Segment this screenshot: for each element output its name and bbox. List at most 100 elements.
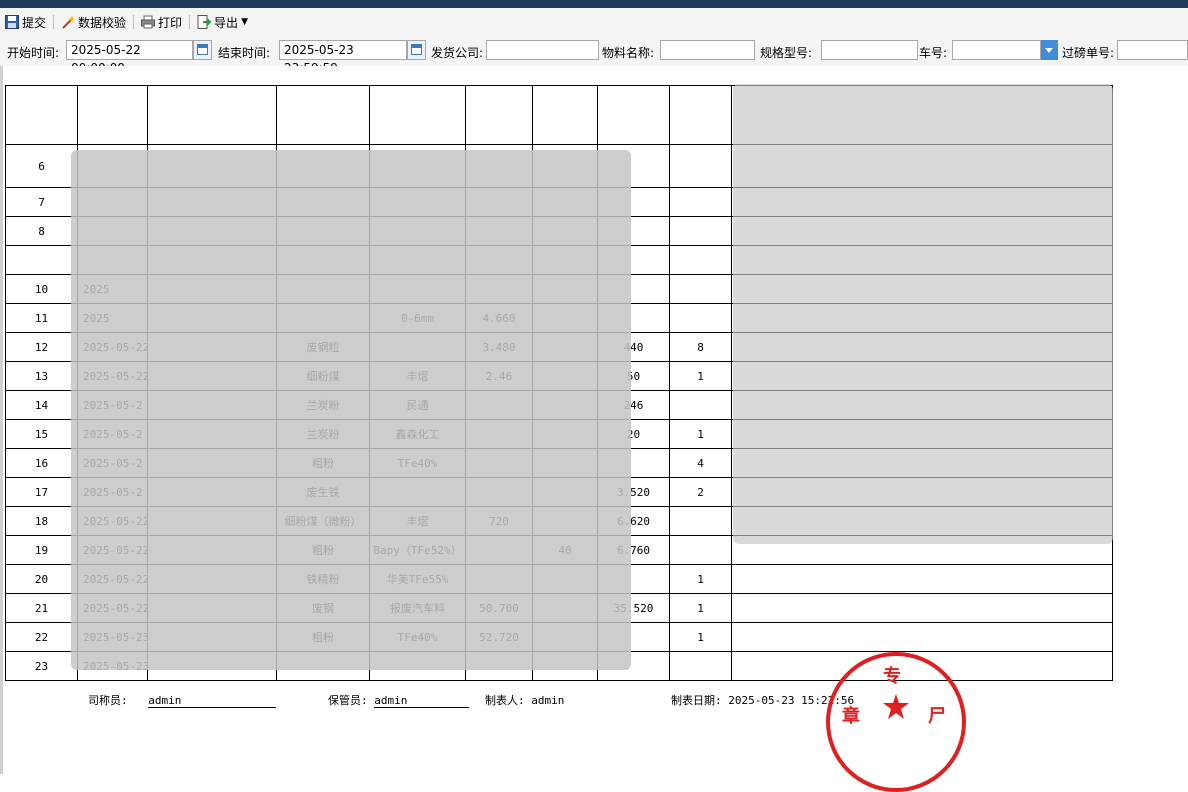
truck-number-dropdown-button[interactable] bbox=[1041, 40, 1058, 60]
material-name-label: 物料名称: bbox=[602, 46, 655, 60]
calendar-icon bbox=[411, 44, 422, 55]
report-date-label: 制表日期: bbox=[671, 694, 722, 707]
cell-material bbox=[276, 85, 370, 145]
cell-remark bbox=[731, 622, 1113, 652]
cell-count: 4 bbox=[669, 448, 732, 478]
cell-no: 16 bbox=[5, 448, 78, 478]
spec-model-label: 规格型号: bbox=[760, 46, 813, 60]
weigher-label: 司称员: bbox=[88, 694, 128, 707]
cell-count bbox=[669, 303, 732, 333]
maker-value: admin bbox=[531, 694, 565, 707]
truck-number-select[interactable] bbox=[952, 40, 1041, 60]
cell-count: 1 bbox=[669, 622, 732, 652]
end-time-input[interactable]: 2025-05-23 23:59:59 bbox=[279, 40, 407, 75]
wand-icon bbox=[61, 15, 76, 29]
keeper-label: 保管员: bbox=[328, 694, 368, 707]
cell-count bbox=[669, 187, 732, 217]
toolbar-divider bbox=[53, 15, 55, 29]
start-time-input[interactable]: 2025-05-22 00:00:00 bbox=[66, 40, 193, 75]
cell-gross bbox=[465, 85, 533, 145]
cell-count bbox=[669, 506, 732, 536]
cell-no: 22 bbox=[5, 622, 78, 652]
cell-count: 8 bbox=[669, 332, 732, 362]
cell-no bbox=[5, 245, 78, 275]
seal-text-right: 尸 bbox=[928, 706, 946, 727]
company-seal: 专 章 尸 bbox=[826, 652, 966, 792]
toolbar-divider bbox=[189, 15, 191, 29]
keeper-value: admin bbox=[374, 694, 470, 708]
export-label: 导出 bbox=[214, 15, 239, 30]
cell-no: 20 bbox=[5, 564, 78, 594]
cell-remark bbox=[731, 593, 1113, 623]
validate-button[interactable]: 数据校验 bbox=[58, 11, 129, 33]
redaction-blur bbox=[71, 150, 631, 670]
printer-icon bbox=[141, 15, 156, 29]
cell-no: 17 bbox=[5, 477, 78, 507]
cell-count: 1 bbox=[669, 564, 732, 594]
cell-no: 7 bbox=[5, 187, 78, 217]
seal-text-left: 章 bbox=[842, 706, 860, 727]
end-time-label: 结束时间: bbox=[218, 46, 271, 60]
star-icon bbox=[883, 694, 909, 719]
cell-count bbox=[669, 144, 732, 188]
spec-model-input[interactable] bbox=[821, 40, 918, 60]
cell-no: 11 bbox=[5, 303, 78, 333]
cell-no: 10 bbox=[5, 274, 78, 304]
cell-no bbox=[5, 85, 78, 145]
cell-count bbox=[669, 245, 732, 275]
cell-no: 6 bbox=[5, 144, 78, 188]
export-icon bbox=[197, 15, 212, 29]
cell-count: 1 bbox=[669, 361, 732, 391]
start-date-picker-button[interactable] bbox=[193, 40, 212, 60]
calendar-icon bbox=[197, 44, 208, 55]
cell-tare bbox=[532, 85, 598, 145]
toolbar-divider bbox=[133, 15, 135, 29]
toolbar: 提交 数据校验 打印 导出 ▼ bbox=[0, 8, 1188, 36]
ticket-number-label: 过磅单号: bbox=[1062, 46, 1115, 60]
cell-count: 1 bbox=[669, 593, 732, 623]
cell-no: 21 bbox=[5, 593, 78, 623]
cell-count bbox=[669, 216, 732, 246]
cell-count bbox=[669, 651, 732, 681]
seal-text-top: 专 bbox=[883, 666, 901, 687]
cell-no: 13 bbox=[5, 361, 78, 391]
submit-button[interactable]: 提交 bbox=[2, 11, 49, 33]
maker-signature: 制表人: admin bbox=[485, 692, 564, 708]
cell-no: 23 bbox=[5, 651, 78, 681]
export-button[interactable]: 导出 ▼ bbox=[194, 11, 251, 33]
shipping-company-label: 发货公司: bbox=[431, 46, 484, 60]
cell-no: 15 bbox=[5, 419, 78, 449]
cell-no: 19 bbox=[5, 535, 78, 565]
cell-spec bbox=[369, 85, 466, 145]
validate-label: 数据校验 bbox=[78, 15, 127, 30]
shipping-company-input[interactable] bbox=[486, 40, 599, 60]
cell-no: 14 bbox=[5, 390, 78, 420]
window-title-bar bbox=[0, 0, 1188, 8]
weigher-value: admin bbox=[148, 694, 277, 708]
end-date-picker-button[interactable] bbox=[407, 40, 426, 60]
start-time-label: 开始时间: bbox=[7, 46, 60, 60]
redaction-blur bbox=[733, 84, 1113, 544]
cell-net bbox=[597, 85, 670, 145]
filter-bar: 开始时间: 2025-05-22 00:00:00 结束时间: 2025-05-… bbox=[0, 36, 1188, 75]
cell-no: 12 bbox=[5, 332, 78, 362]
cell-no: 18 bbox=[5, 506, 78, 536]
save-icon bbox=[5, 15, 19, 29]
submit-label: 提交 bbox=[22, 15, 47, 30]
cell-count: 1 bbox=[669, 419, 732, 449]
cell-count bbox=[669, 85, 732, 145]
cell-remark bbox=[731, 564, 1113, 594]
cell-company bbox=[147, 85, 277, 145]
truck-number-label: 车号: bbox=[919, 46, 948, 60]
material-name-input[interactable] bbox=[660, 40, 755, 60]
report-area: 6781020251120250-6mm4.660122025-05-22废钢粒… bbox=[0, 66, 1188, 774]
keeper-signature: 保管员: admin bbox=[328, 692, 470, 708]
cell-count bbox=[669, 535, 732, 565]
print-label: 打印 bbox=[158, 15, 183, 30]
report-date: 制表日期: 2025-05-23 15:22:56 bbox=[671, 692, 854, 708]
ticket-number-input[interactable] bbox=[1117, 40, 1188, 60]
print-button[interactable]: 打印 bbox=[138, 11, 185, 33]
chevron-down-icon: ▼ bbox=[241, 17, 248, 27]
cell-count: 2 bbox=[669, 477, 732, 507]
cell-date bbox=[77, 85, 148, 145]
